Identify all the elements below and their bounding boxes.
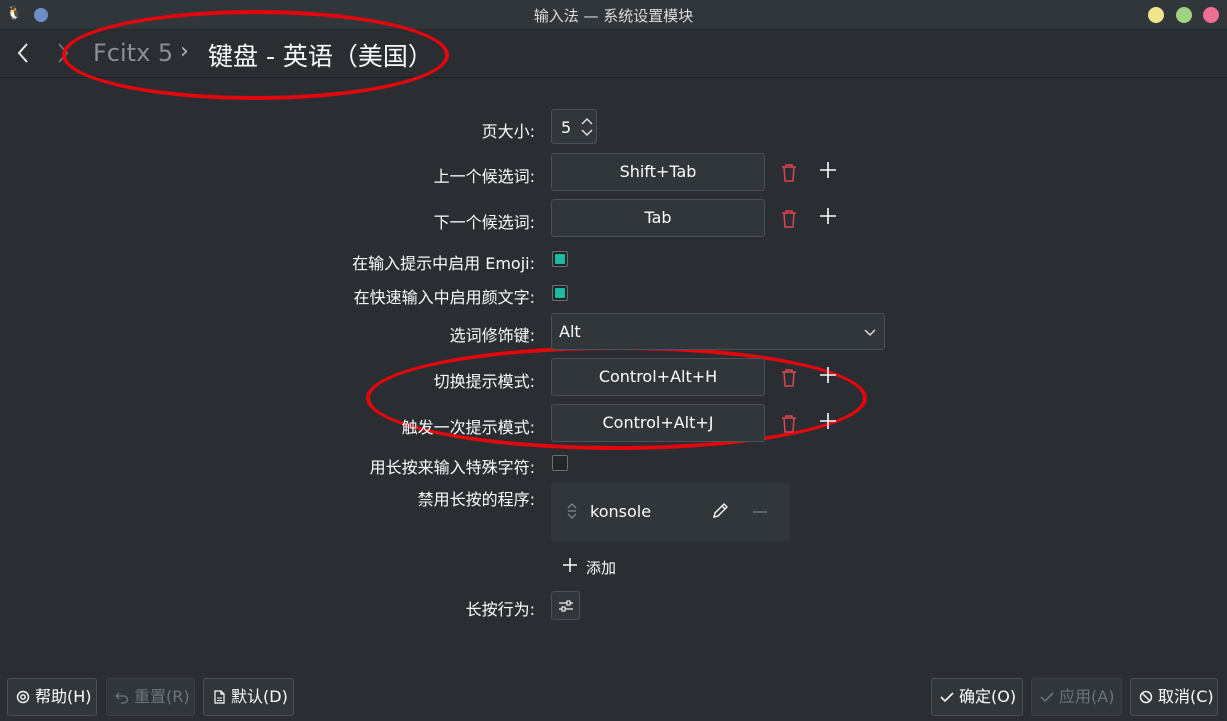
help-label: 帮助(H) — [35, 687, 92, 706]
close-button[interactable] — [1203, 7, 1219, 23]
checkmark-icon — [1040, 692, 1054, 703]
window-titlebar: 🐧 输入法 — 系统设置模块 — [0, 0, 1227, 30]
add-key-icon[interactable] — [818, 206, 838, 226]
delete-icon[interactable] — [780, 368, 798, 388]
long-press-label: 用长按来输入特殊字符: — [369, 458, 535, 477]
list-item[interactable]: konsole — [551, 491, 790, 533]
page-title: 键盘 - 英语（美国） — [208, 42, 433, 71]
candidate-modifier-label: 选词修饰键: — [449, 326, 535, 345]
document-defaults-icon — [214, 690, 225, 704]
page-header: Fcitx 5 › 键盘 - 英语（美国） — [0, 30, 1227, 78]
long-press-checkbox[interactable] — [552, 455, 568, 471]
add-program-label: 添加 — [586, 559, 617, 577]
reset-button[interactable]: 重置(R) — [106, 678, 195, 716]
prev-candidate-label: 上一个候选词: — [433, 167, 535, 186]
next-candidate-label: 下一个候选词: — [433, 213, 535, 232]
emoji-hint-checkbox[interactable] — [552, 251, 568, 267]
add-program-button[interactable]: 添加 — [560, 555, 630, 579]
blocklist-label: 禁用长按的程序: — [417, 490, 535, 509]
minimize-button[interactable] — [1148, 7, 1164, 23]
ok-label: 确定(O) — [959, 687, 1017, 706]
reset-label: 重置(R) — [134, 687, 190, 706]
spin-arrows-icon[interactable] — [580, 116, 594, 138]
checkmark-icon — [940, 692, 954, 703]
pencil-icon[interactable] — [711, 502, 729, 520]
prev-candidate-key-button[interactable]: Shift+Tab — [551, 153, 765, 191]
delete-icon[interactable] — [780, 414, 798, 434]
apply-button[interactable]: 应用(A) — [1031, 678, 1122, 716]
kaomoji-checkbox[interactable] — [552, 285, 568, 301]
list-item-label: konsole — [590, 502, 652, 521]
candidate-modifier-select[interactable]: Alt — [551, 313, 885, 350]
blocklist-list: konsole — [551, 483, 790, 541]
add-key-icon[interactable] — [818, 160, 838, 180]
maximize-button[interactable] — [1176, 7, 1192, 23]
defaults-label: 默认(D) — [231, 687, 288, 706]
configure-icon — [559, 600, 573, 612]
help-lifebuoy-icon — [16, 690, 30, 704]
plus-icon — [563, 558, 577, 572]
back-button[interactable] — [9, 38, 37, 68]
forward-button[interactable] — [49, 38, 77, 68]
page-size-value: 5 — [561, 118, 572, 137]
breadcrumb-separator: › — [180, 39, 189, 64]
defaults-button[interactable]: 默认(D) — [203, 678, 294, 716]
ok-button[interactable]: 确定(O) — [931, 678, 1023, 716]
breadcrumb-parent[interactable]: Fcitx 5 — [93, 39, 173, 67]
apply-label: 应用(A) — [1059, 687, 1115, 706]
cancel-button[interactable]: 取消(C) — [1130, 678, 1218, 716]
add-key-icon[interactable] — [818, 365, 838, 385]
emoji-hint-label: 在输入提示中启用 Emoji: — [352, 254, 535, 273]
cancel-label: 取消(C) — [1158, 687, 1214, 706]
chevron-down-icon — [864, 329, 876, 337]
window-title: 输入法 — 系统设置模块 — [533, 7, 694, 25]
candidate-modifier-value: Alt — [559, 322, 581, 341]
trigger-hint-label: 触发一次提示模式: — [401, 418, 535, 437]
trigger-hint-key-button[interactable]: Control+Alt+J — [551, 404, 765, 442]
delete-icon[interactable] — [780, 209, 798, 229]
toggle-hint-key-button[interactable]: Control+Alt+H — [551, 358, 765, 396]
undo-icon — [115, 692, 129, 704]
cancel-icon — [1139, 690, 1153, 704]
drag-handle-icon[interactable] — [566, 503, 578, 519]
chevron-right-icon — [58, 43, 69, 63]
page-size-spinbox[interactable]: 5 — [551, 109, 597, 144]
kaomoji-label: 在快速输入中启用颜文字: — [353, 288, 535, 307]
remove-icon[interactable] — [752, 504, 768, 520]
configure-button[interactable] — [551, 591, 580, 620]
next-candidate-key-button[interactable]: Tab — [551, 199, 765, 237]
toggle-hint-label: 切换提示模式: — [433, 372, 535, 391]
add-key-icon[interactable] — [818, 411, 838, 431]
long-press-behavior-label: 长按行为: — [465, 600, 535, 619]
chevron-left-icon — [17, 43, 28, 63]
help-button[interactable]: 帮助(H) — [7, 678, 97, 716]
page-size-label: 页大小: — [481, 122, 535, 141]
delete-icon[interactable] — [780, 163, 798, 183]
